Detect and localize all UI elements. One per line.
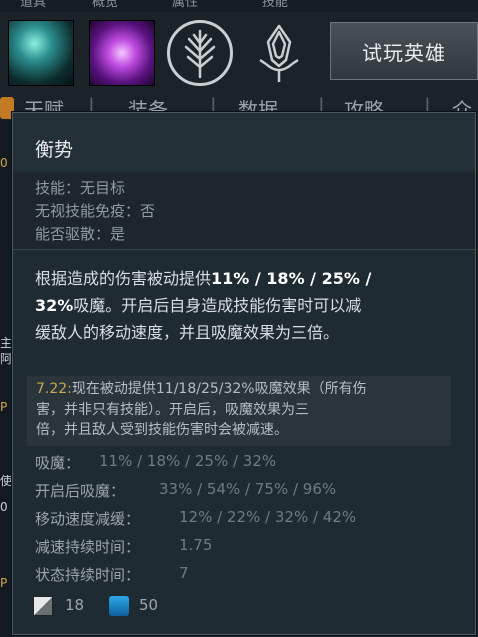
patch-note: 7.22:现在被动提供11/18/25/32%吸魔效果（所有伤 害，并非只有技能…: [27, 376, 451, 446]
partial-text: 0: [0, 156, 8, 170]
aghanims-scepter-icon[interactable]: [246, 20, 312, 86]
tooltip-header: 衡势: [13, 113, 475, 171]
ability-icon-2[interactable]: [89, 20, 155, 86]
stat-row: 移动速度减缓： 12% / 22% / 32% / 42%: [35, 508, 356, 529]
patch-note-line: 现在被动提供11/18/25/32%吸魔效果（所有伤: [71, 381, 367, 397]
ability-icon-1[interactable]: [8, 20, 74, 86]
top-tab-items[interactable]: 道具: [20, 0, 46, 9]
patch-note-line: 害，并非只有技能）。开启后，吸魔效果为三: [36, 401, 309, 418]
patch-note-line: 倍，并且敌人受到技能伤害时会被减速。: [36, 422, 288, 438]
property-pierces-immunity: 无视技能免疫：否: [35, 202, 156, 220]
stat-value: 12% / 22% / 32% / 42%: [179, 508, 357, 526]
stat-row: 开启后吸魔： 33% / 54% / 75% / 96%: [35, 480, 336, 501]
patch-note-text: 7.22:现在被动提供11/18/25/32%吸魔效果（所有伤 害，并非只有技能…: [36, 379, 448, 441]
partial-text: 主: [0, 336, 13, 350]
stat-value: 33% / 54% / 75% / 96%: [159, 480, 337, 498]
stat-value: 7: [179, 564, 189, 582]
stat-row: 状态持续时间： 7: [35, 564, 189, 585]
property-behavior: 技能：无目标: [35, 179, 126, 197]
mana-cost-value: 50: [139, 596, 159, 614]
stat-label: 移动速度减缓：: [35, 510, 141, 528]
try-hero-button[interactable]: 试玩英雄: [330, 22, 478, 80]
stat-label: 开启后吸魔：: [35, 482, 126, 500]
description-text: 根据造成的伤害被动提供: [35, 269, 212, 288]
stat-value: 11% / 18% / 25% / 32%: [99, 452, 277, 470]
ability-name: 衡势: [35, 139, 74, 161]
cooldown-icon: [33, 596, 53, 616]
top-tab-bar: 道具 概览 属性 技能: [0, 0, 478, 12]
ability-properties: 技能：无目标 无视技能免疫：否 能否驱散：是: [13, 173, 475, 250]
stat-value: 1.75: [179, 536, 213, 554]
stat-label: 减速持续时间：: [35, 538, 141, 556]
mana-icon: [109, 596, 129, 616]
partial-text: 阿: [0, 352, 13, 366]
description-text: 缓敌人的移动速度，并且吸魔效果为三倍。: [35, 323, 340, 342]
ability-description: 根据造成的伤害被动提供11% / 18% / 25% / 32%吸魔。开启后自身…: [35, 265, 455, 346]
patch-version: 7.22:: [36, 381, 72, 397]
description-values: 11% / 18% / 25% /: [211, 269, 372, 288]
stat-row: 吸魔： 11% / 18% / 25% / 32%: [35, 452, 276, 473]
cooldown-value: 18: [65, 596, 85, 614]
stat-label: 吸魔：: [35, 454, 81, 472]
top-tab-attributes[interactable]: 属性: [172, 0, 198, 9]
partial-text: P: [0, 576, 8, 590]
description-text: 吸魔。开启后自身造成技能伤害时可以减: [73, 296, 362, 315]
property-dispellable: 能否驱散：是: [35, 225, 126, 243]
partial-text: P: [0, 400, 8, 414]
talent-tree-icon[interactable]: [167, 20, 233, 86]
partial-text: 0: [0, 500, 8, 514]
partial-text: 使: [0, 474, 13, 488]
stat-row: 减速持续时间： 1.75: [35, 536, 212, 557]
top-tab-overview[interactable]: 概览: [92, 0, 118, 9]
description-values: 32%: [35, 296, 74, 315]
top-tab-abilities[interactable]: 技能: [262, 0, 288, 9]
ability-tooltip: 衡势 技能：无目标 无视技能免疫：否 能否驱散：是 根据造成的伤害被动提供11%…: [12, 112, 476, 635]
stat-label: 状态持续时间：: [35, 566, 141, 584]
